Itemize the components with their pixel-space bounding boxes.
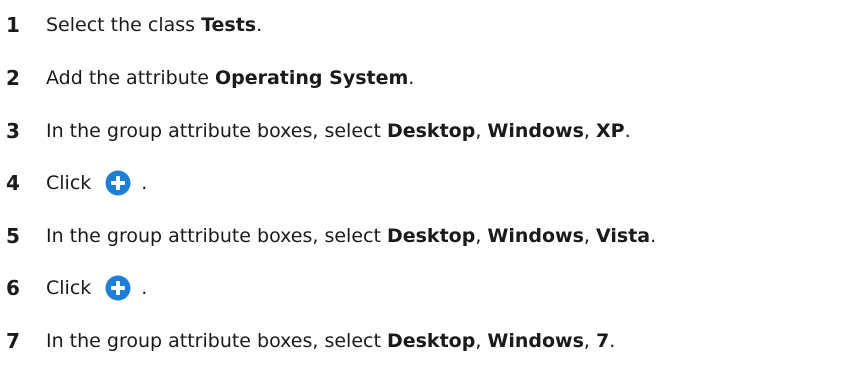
step-text-segment: Select the class [46,14,202,36]
step-text-segment: . [650,225,657,247]
step-text-bold: Tests [201,14,257,36]
step-text-segment: Click [46,172,92,194]
step-text-bold: Operating System [214,67,409,89]
step-text-segment: . [624,120,631,142]
step-text-bold: Windows [487,225,584,247]
step-text: In the group attribute boxes, select Des… [46,225,656,247]
step-text-segment: Click [46,277,92,299]
step-number: 4 [6,171,20,195]
step-text-bold: Windows [487,330,584,352]
step-text-segment: In the group attribute boxes, select [46,330,387,352]
step-text: Click . [46,275,147,301]
step-text: In the group attribute boxes, select Des… [46,120,631,142]
step-text: In the group attribute boxes, select Des… [46,330,615,352]
step-text-bold: Desktop [386,120,476,142]
step-text-segment: , [583,225,597,247]
step-text-segment: . [141,172,148,194]
step-text-bold: 7 [596,330,610,352]
step-text: Click . [46,170,147,196]
add-circle-icon [105,170,131,196]
step-text-segment: , [475,330,488,352]
step-text-segment: . [408,67,415,89]
step-text-bold: Desktop [386,330,476,352]
step-text-segment: . [256,14,263,36]
step-text-segment: , [475,225,488,247]
step-text-bold: XP [596,120,625,142]
step-text: Add the attribute Operating System . [46,67,414,89]
step-number: 6 [6,276,20,300]
step-text-segment: , [583,120,597,142]
instruction-steps: 1 Select the class Tests . 2 Add the att… [0,0,841,376]
step-text: Select the class Tests . [46,14,262,36]
step-text-segment: , [475,120,488,142]
step-text-segment: , [583,330,597,352]
step-number: 7 [6,329,20,353]
step-number: 3 [6,119,20,143]
step-number: 5 [6,224,20,248]
step-text-segment: In the group attribute boxes, select [46,225,387,247]
step-text-segment: In the group attribute boxes, select [46,120,387,142]
step-text-segment: . [609,330,616,352]
step-number: 2 [6,66,20,90]
step-text-segment: . [141,277,148,299]
add-circle-icon [105,275,131,301]
step-text-bold: Windows [487,120,584,142]
step-text-bold: Desktop [386,225,476,247]
step-number: 1 [6,13,20,37]
step-text-bold: Vista [596,225,651,247]
step-text-segment: Add the attribute [46,67,215,89]
